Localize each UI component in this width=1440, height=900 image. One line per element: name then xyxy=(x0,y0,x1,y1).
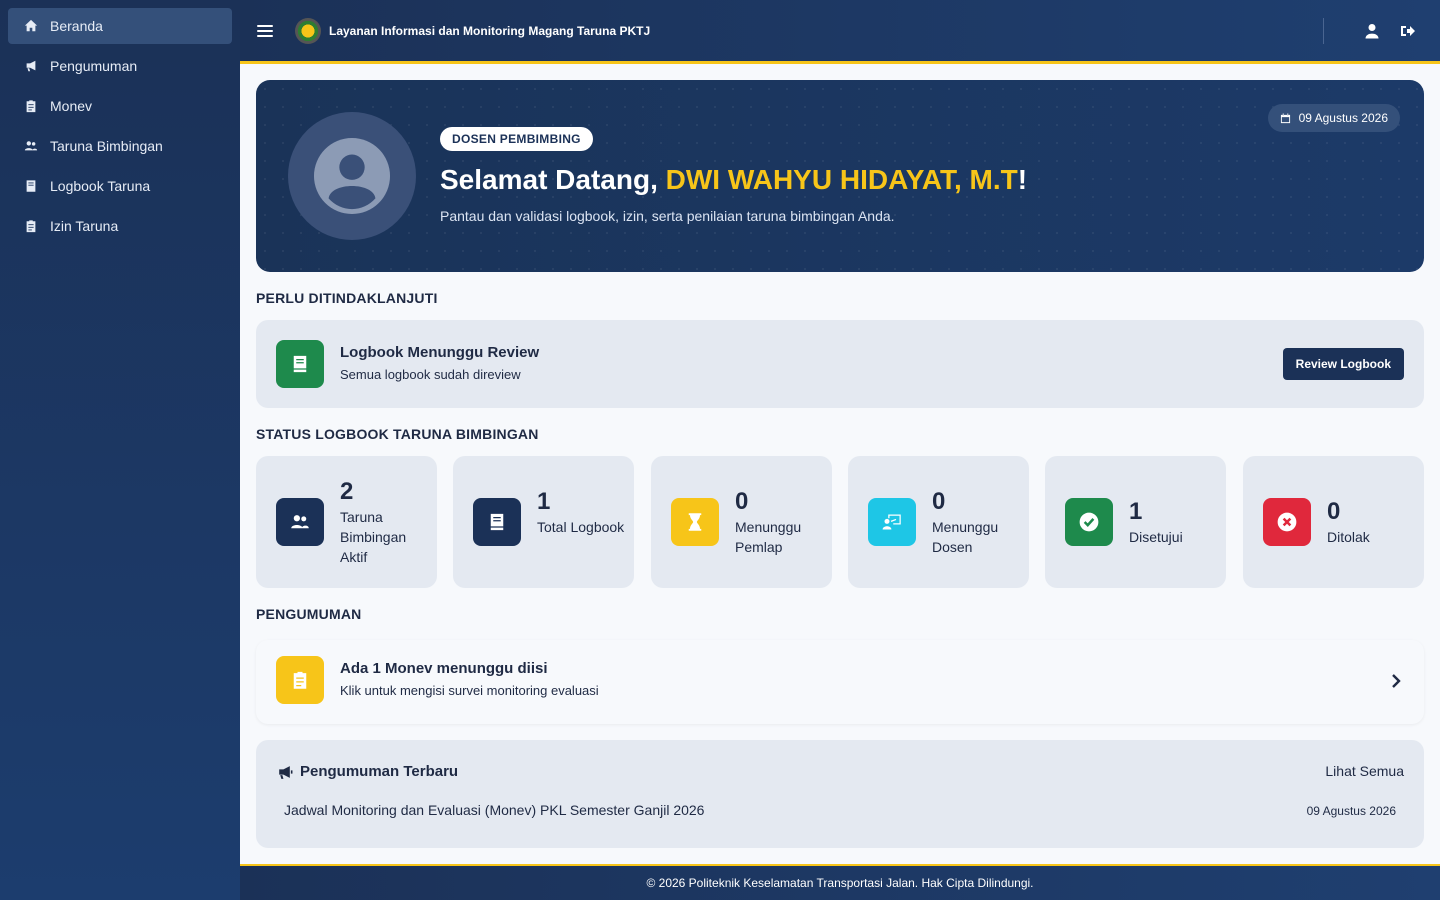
teacher-icon xyxy=(868,498,916,546)
user-profile-icon[interactable] xyxy=(1364,23,1380,39)
latest-title: Pengumuman Terbaru xyxy=(300,763,459,780)
sidebar: Beranda Pengumuman Monev Taruna Bimbinga… xyxy=(0,0,240,900)
date-chip: 09 Agustus 2026 xyxy=(1267,104,1400,132)
book-icon xyxy=(276,340,324,388)
stat-label: Taruna Bimbingan Aktif xyxy=(340,509,407,565)
header-divider xyxy=(1323,18,1324,44)
stat-label: Total Logbook xyxy=(537,519,625,535)
app-logo xyxy=(295,17,321,44)
stat-card-menunggu-pemlap: 0 Menunggu Pemlap xyxy=(651,456,832,588)
avatar xyxy=(288,112,416,240)
role-badge: DOSEN PEMBIMBING xyxy=(440,127,593,151)
chevron-right-icon xyxy=(1390,672,1402,690)
date-chip-text: 09 Agustus 2026 xyxy=(1298,111,1388,125)
sidebar-item-beranda[interactable]: Beranda xyxy=(8,8,232,44)
latest-announcements-card: Pengumuman Terbaru Lihat Semua Jadwal Mo… xyxy=(256,740,1424,848)
stat-card-taruna-aktif: 2 Taruna Bimbingan Aktif xyxy=(256,456,437,588)
section-title-action: PERLU DITINDAKLANJUTI xyxy=(256,290,438,306)
notice-subtitle: Klik untuk mengisi survei monitoring eva… xyxy=(340,683,599,698)
sidebar-item-label: Beranda xyxy=(50,18,103,34)
book-icon xyxy=(473,498,521,546)
stat-card-ditolak: 0 Ditolak xyxy=(1243,456,1424,588)
hourglass-icon xyxy=(671,498,719,546)
sidebar-item-label: Taruna Bimbingan xyxy=(50,138,163,154)
logbook-review-card: Logbook Menunggu Review Semua logbook su… xyxy=(256,320,1424,408)
stat-value: 1 xyxy=(1129,498,1143,525)
clipboard-list-icon xyxy=(276,656,324,704)
check-circle-icon xyxy=(1065,498,1113,546)
sidebar-item-logbook-taruna[interactable]: Logbook Taruna xyxy=(8,168,232,204)
sidebar-item-label: Pengumuman xyxy=(50,58,138,74)
sidebar-item-label: Logbook Taruna xyxy=(50,178,151,194)
welcome-heading: Selamat Datang, DWI WAHYU HIDAYAT, M.T! xyxy=(440,164,1028,195)
x-circle-icon xyxy=(1263,498,1311,546)
sidebar-item-izin-taruna[interactable]: Izin Taruna xyxy=(8,208,232,244)
stat-label: Disetujui xyxy=(1129,529,1183,545)
users-icon xyxy=(276,498,324,546)
stat-value: 1 xyxy=(537,488,551,515)
welcome-subtitle: Pantau dan validasi logbook, izin, serta… xyxy=(440,208,895,224)
megaphone-icon xyxy=(276,764,293,781)
book-icon xyxy=(24,179,38,193)
stat-label: Menunggu Dosen xyxy=(932,519,999,555)
user-name: DWI WAHYU HIDAYAT, M.T xyxy=(665,164,1018,195)
logout-icon[interactable] xyxy=(1400,23,1416,39)
app-title: Layanan Informasi dan Monitoring Magang … xyxy=(329,23,651,38)
footer: © 2026 Politeknik Keselamatan Transporta… xyxy=(240,864,1440,900)
stat-value: 2 xyxy=(340,478,354,505)
users-icon xyxy=(24,139,38,153)
review-logbook-button[interactable]: Review Logbook xyxy=(1282,348,1404,380)
stat-card-total-logbook: 1 Total Logbook xyxy=(453,456,634,588)
stat-value: 0 xyxy=(735,488,749,515)
action-card-subtitle: Semua logbook sudah direview xyxy=(340,367,521,382)
calendar-icon xyxy=(1280,112,1290,123)
see-all-link[interactable]: Lihat Semua xyxy=(1325,763,1404,779)
user-avatar-icon xyxy=(313,137,391,215)
monev-notice-card[interactable]: Ada 1 Monev menunggu diisi Klik untuk me… xyxy=(256,640,1424,724)
clipboard-icon xyxy=(24,99,38,113)
sidebar-item-label: Monev xyxy=(50,98,93,114)
notice-title: Ada 1 Monev menunggu diisi xyxy=(340,660,548,677)
home-icon xyxy=(24,19,38,33)
stat-label: Ditolak xyxy=(1327,529,1370,545)
main-content: DOSEN PEMBIMBING Selamat Datang, DWI WAH… xyxy=(240,64,1440,864)
clipboard-list-icon xyxy=(24,219,38,233)
menu-toggle-icon[interactable] xyxy=(257,21,277,41)
section-title-announcement: PENGUMUMAN xyxy=(256,606,362,622)
stat-card-menunggu-dosen: 0 Menunggu Dosen xyxy=(848,456,1029,588)
stat-value: 0 xyxy=(1327,498,1341,525)
section-title-status: STATUS LOGBOOK TARUNA BIMBINGAN xyxy=(256,426,539,442)
announcement-item-date: 09 Agustus 2026 xyxy=(1306,804,1396,818)
welcome-banner: DOSEN PEMBIMBING Selamat Datang, DWI WAH… xyxy=(256,80,1424,272)
sidebar-item-label: Izin Taruna xyxy=(50,218,119,234)
sidebar-item-pengumuman[interactable]: Pengumuman xyxy=(8,48,232,84)
action-card-title: Logbook Menunggu Review xyxy=(340,344,540,361)
sidebar-item-monev[interactable]: Monev xyxy=(8,88,232,124)
stat-label: Menunggu Pemlap xyxy=(735,519,802,555)
stat-card-disetujui: 1 Disetujui xyxy=(1045,456,1226,588)
announcement-item-title[interactable]: Jadwal Monitoring dan Evaluasi (Monev) P… xyxy=(284,802,704,818)
sidebar-item-taruna-bimbingan[interactable]: Taruna Bimbingan xyxy=(8,128,232,164)
top-bar: Layanan Informasi dan Monitoring Magang … xyxy=(240,0,1440,64)
megaphone-icon xyxy=(24,59,38,73)
stat-value: 0 xyxy=(932,488,946,515)
